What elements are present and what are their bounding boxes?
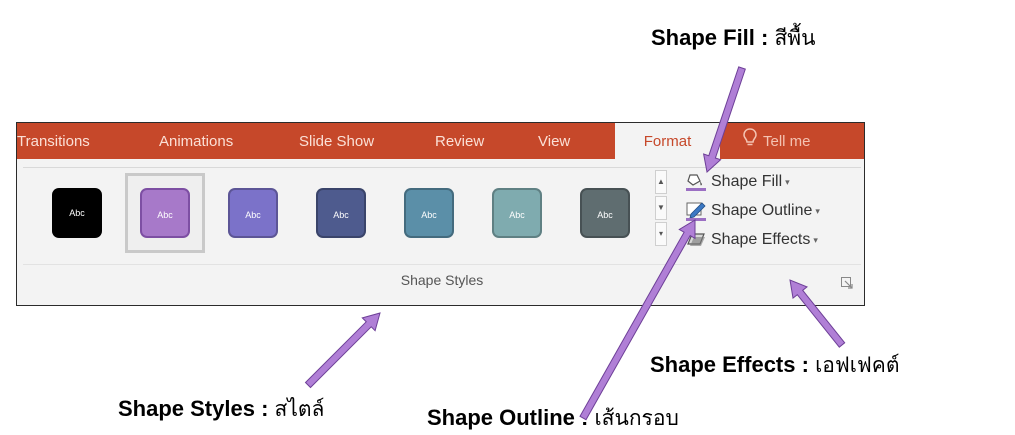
shape-style-swatch: Abc [52,188,102,238]
callout-shape-outline: Shape Outline : เส้นกรอบ [427,405,679,430]
tab-tell-me[interactable]: Tell me [743,123,811,159]
tab-format[interactable]: Format [615,123,720,159]
dialog-launcher-icon[interactable] [841,276,853,289]
shape-fill-button[interactable]: Shape Fill ▾ [685,170,790,194]
pencil-outline-icon [685,201,707,221]
shape-style-option[interactable]: Abc [389,173,469,253]
gallery-scroll-down[interactable]: ▼ [655,196,667,220]
tab-transitions[interactable]: Transitions [17,123,90,159]
shape-style-option[interactable]: Abc [565,173,645,253]
shape-effects-icon [685,230,707,250]
callout-shape-styles: Shape Styles : สไตล์ [118,396,325,421]
shape-style-swatch: Abc [404,188,454,238]
dropdown-caret-icon: ▾ [813,235,818,245]
shape-style-option[interactable]: Abc [213,173,293,253]
shape-style-option[interactable]: Abc [301,173,381,253]
callout-shape-effects: Shape Effects : เอฟเฟคต์ [650,352,900,377]
shape-style-option[interactable]: Abc [477,173,557,253]
gallery-scroll-up[interactable]: ▲ [655,170,667,194]
gallery-more[interactable]: ▾ [655,222,667,246]
callout-shape-fill: Shape Fill : สีพื้น [651,25,816,50]
tab-view[interactable]: View [538,123,570,159]
paint-bucket-icon [685,172,707,192]
lightbulb-icon [743,123,759,161]
shape-style-option[interactable]: Abc [37,173,117,253]
dropdown-caret-icon: ▾ [785,177,790,187]
group-divider [23,264,861,265]
tab-animations[interactable]: Animations [159,123,233,159]
shape-styles-group: Abc Abc Abc Abc Abc Abc Abc ▲ ▼ ▾ Shape Fill ▾ … [23,167,861,302]
shape-style-swatch: Abc [316,188,366,238]
dropdown-caret-icon: ▾ [815,206,820,216]
shape-style-swatch: Abc [492,188,542,238]
group-label: Shape Styles [400,272,484,288]
arrow-to-shape-styles [304,312,381,389]
ribbon-tab-bar: Transitions Animations Slide Show Review… [17,123,864,159]
shape-style-option[interactable]: Abc [125,173,205,253]
tab-slide-show[interactable]: Slide Show [299,123,374,159]
ribbon: Transitions Animations Slide Show Review… [16,122,865,306]
shape-outline-button[interactable]: Shape Outline ▾ [685,199,820,223]
shape-style-swatch: Abc [580,188,630,238]
shape-style-swatch: Abc [228,188,278,238]
shape-effects-button[interactable]: Shape Effects ▾ [685,228,818,252]
tab-review[interactable]: Review [435,123,484,159]
shape-style-swatch: Abc [140,188,190,238]
